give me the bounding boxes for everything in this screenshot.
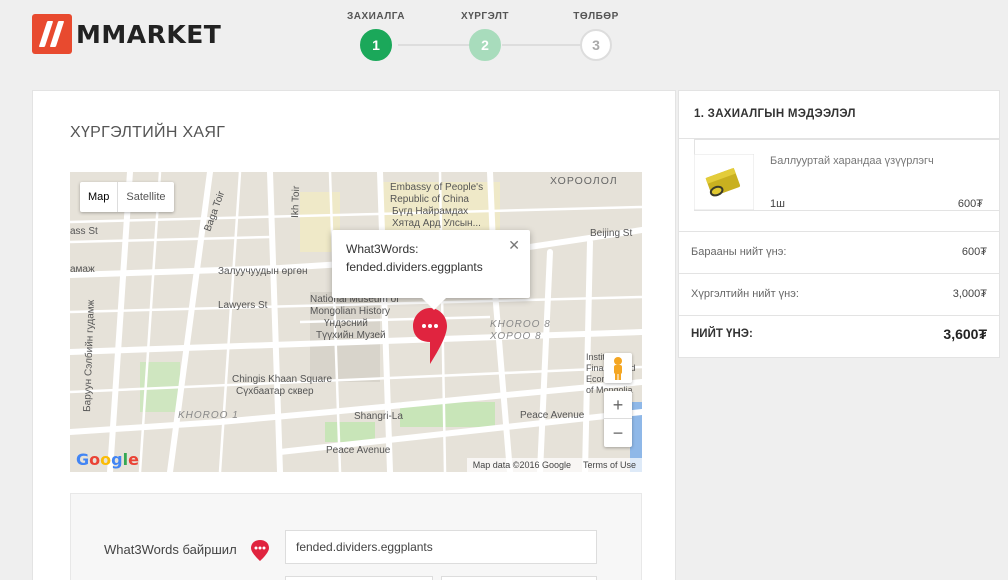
map-info-window: What3Words: fended.dividers.eggplants ✕ [332, 230, 530, 310]
section-title: ХҮРГЭЛТИЙН ХАЯГ [70, 124, 226, 141]
step-payment[interactable]: ТӨЛБӨР 3 [556, 11, 636, 61]
shipping-value: 3,000₮ [952, 288, 987, 300]
subtotal-label: Барааны нийт үнэ: [691, 246, 787, 258]
map-label: амаж [70, 264, 95, 275]
map-label: Үндэсний [324, 318, 368, 329]
step-number: 1 [360, 29, 392, 61]
subtotal-value: 600₮ [961, 246, 987, 258]
total-label: НИЙТ ҮНЭ: [691, 328, 753, 340]
total-value: 3,600₮ [943, 326, 987, 342]
info-address: fended.dividers.eggplants [346, 260, 483, 274]
map-label: Peace Avenue [326, 445, 391, 456]
map-label: Ikh Toir [290, 185, 302, 218]
delivery-panel: ХҮРГЭЛТИЙН ХАЯГ Embassy of People's Repu… [32, 90, 676, 580]
product-price: 600₮ [957, 198, 983, 210]
map-label: Peace Avenue [520, 410, 585, 421]
map-label: Түүхийн Музей [316, 330, 386, 341]
w3w-form: What3Words байршил fended.dividers.eggpl… [70, 493, 642, 580]
map-label: Shangri-La [354, 411, 403, 422]
map-label: Republic of China [390, 194, 469, 205]
address-input[interactable] [441, 576, 597, 580]
terms-link[interactable]: Terms of Use [583, 460, 636, 470]
zoom-control: + − [604, 391, 632, 447]
map-label: ass St [70, 226, 98, 237]
info-title: What3Words: [346, 242, 419, 256]
map-type-map[interactable]: Map [80, 182, 119, 212]
brand-name: MMARKET [76, 19, 222, 49]
address-input[interactable] [285, 576, 433, 580]
brand-logo[interactable]: MMARKET [32, 14, 221, 54]
map-label: Lawyers St [218, 300, 268, 311]
map-label: ХОРОО 8 [489, 331, 542, 342]
w3w-address-input[interactable]: fended.dividers.eggplants [285, 530, 597, 564]
step-label: ЗАХИАЛГА [347, 11, 405, 22]
map-label: Mongolian History [310, 306, 390, 317]
map-data-credit: Map data ©2016 Google [472, 460, 571, 470]
checkout-steps: ЗАХИАЛГА 1 ХҮРГЭЛТ 2 ТӨЛБӨР 3 [340, 11, 630, 63]
step-delivery[interactable]: ХҮРГЭЛТ 2 [445, 11, 525, 61]
step-number: 2 [469, 29, 501, 61]
street-view-pegman-icon[interactable] [604, 353, 632, 383]
map-type-satellite[interactable]: Satellite [118, 182, 173, 212]
map-label: Chingis Khaan Square [232, 374, 333, 385]
map-label: Embassy of People's [390, 182, 483, 193]
map-canvas[interactable]: Embassy of People's Republic of China Бү… [70, 172, 642, 472]
map-label: Залуучуудын өргөн [218, 266, 308, 277]
map-label: Beijing St [590, 228, 632, 239]
shipping-row: Хүргэлтийн нийт үнэ: 3,000₮ [679, 273, 999, 315]
what3words-icon [250, 539, 270, 568]
step-label: ХҮРГЭЛТ [461, 11, 509, 22]
w3w-label: What3Words байршил [104, 542, 237, 557]
map-label: KHOROO 8 [490, 319, 551, 330]
logo-mark-icon [32, 14, 72, 54]
map-type-control: Map Satellite [80, 182, 174, 212]
close-icon[interactable]: ✕ [508, 236, 520, 254]
zoom-in-button[interactable]: + [604, 391, 632, 419]
google-logo[interactable]: Google [76, 450, 139, 469]
map-label: Сүхбаатар сквер [236, 385, 314, 397]
order-summary-heading: 1. ЗАХИАЛГЫН МЭДЭЭЛЭЛ [679, 91, 999, 139]
product-image[interactable] [693, 153, 755, 211]
product-name[interactable]: Баллууртай харандаа үзүүрлэгч [770, 155, 934, 167]
map-label: ХОРООЛОЛ [550, 175, 618, 187]
order-summary: 1. ЗАХИАЛГЫН МЭДЭЭЛЭЛ Баллууртай харанда… [678, 90, 1000, 358]
step-number: 3 [580, 29, 612, 61]
shipping-label: Хүргэлтийн нийт үнэ: [691, 288, 799, 300]
zoom-out-button[interactable]: − [604, 419, 632, 447]
map-attribution: Map data ©2016 Google Terms of Use [466, 458, 642, 472]
map-label: Бүгд Найрамдах [392, 206, 468, 217]
map-label: Хятад Ард Улсын... [392, 218, 481, 229]
step-order[interactable]: ЗАХИАЛГА 1 [336, 11, 416, 61]
map-widget[interactable]: Embassy of People's Republic of China Бү… [70, 172, 642, 472]
step-label: ТӨЛБӨР [573, 11, 619, 22]
map-label: KHOROO 1 [178, 410, 239, 421]
total-row: НИЙТ ҮНЭ: 3,600₮ [679, 315, 999, 359]
product-quantity: 1ш [770, 198, 785, 210]
subtotal-row: Барааны нийт үнэ: 600₮ [679, 231, 999, 273]
